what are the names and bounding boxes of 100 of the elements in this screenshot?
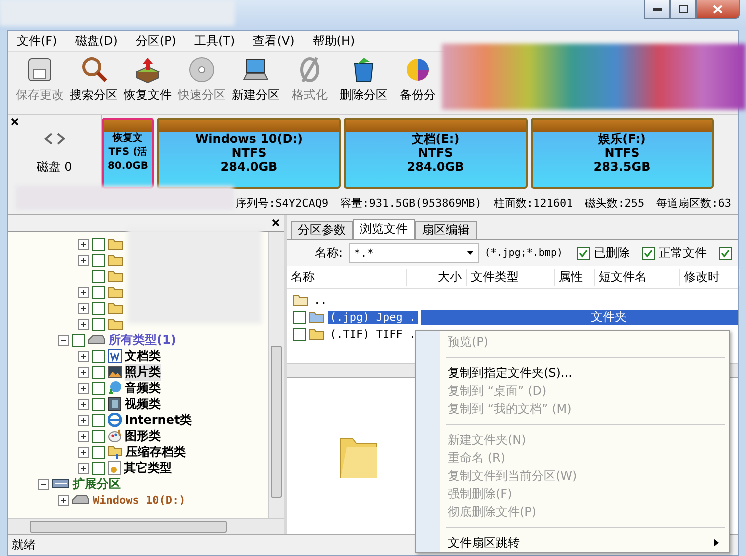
partition-text: NTFS — [604, 146, 641, 160]
menu-item[interactable]: 帮助(H) — [306, 32, 362, 50]
minimize-button[interactable] — [644, 0, 670, 19]
menu-item[interactable]: 复制到指定文件夹(S)... — [418, 364, 727, 382]
checkbox[interactable] — [92, 382, 105, 394]
checkbox[interactable] — [92, 350, 105, 362]
menu-item[interactable]: 文件扇区跳转 — [418, 534, 727, 552]
expand-toggle[interactable] — [78, 430, 89, 442]
tab[interactable]: 浏览文件 — [353, 219, 415, 239]
folder-icon — [293, 294, 309, 307]
toolbar-button[interactable]: 删除分区 — [338, 56, 390, 110]
expand-toggle[interactable] — [78, 238, 89, 250]
tree-item[interactable]: 照片类 — [125, 364, 161, 380]
checkbox[interactable] — [577, 246, 590, 260]
close-button[interactable] — [696, 0, 740, 19]
checkbox[interactable] — [92, 398, 105, 410]
column-header[interactable]: 属性 — [555, 268, 595, 286]
partition-block[interactable]: 文档(E:) NTFS 284.0GB — [344, 118, 528, 189]
partition-text: 80.0GB — [106, 160, 150, 174]
partition-text: 284.0GB — [220, 160, 279, 174]
expand-toggle[interactable] — [78, 462, 89, 474]
menu-item[interactable]: 工具(T) — [187, 32, 242, 50]
expand-toggle[interactable] — [58, 494, 69, 506]
tree-item[interactable]: Windows 10(D:) — [93, 494, 186, 506]
tree-item[interactable]: 其它类型 — [124, 460, 172, 476]
menu-item[interactable]: 磁盘(D) — [68, 32, 125, 50]
checkbox[interactable] — [92, 446, 105, 458]
checkbox[interactable] — [92, 462, 105, 474]
partition-text: NTFS — [230, 146, 268, 160]
checkbox[interactable] — [92, 238, 105, 250]
tab[interactable]: 扇区编辑 — [415, 221, 477, 239]
checkbox[interactable] — [92, 286, 105, 298]
tree-item[interactable]: 扩展分区 — [73, 476, 121, 492]
checkbox[interactable] — [92, 430, 105, 442]
box-arrow-icon — [134, 56, 162, 84]
checkbox[interactable] — [72, 334, 85, 346]
expand-toggle[interactable] — [78, 286, 89, 298]
left-right-arrows-icon[interactable] — [44, 133, 66, 145]
expand-toggle[interactable] — [78, 446, 89, 458]
tab[interactable]: 分区参数 — [291, 221, 353, 239]
partition-block[interactable]: 恢复文 TFS (活 80.0GB — [102, 118, 154, 189]
close-icon[interactable] — [272, 219, 280, 227]
toolbar-button[interactable]: 搜索分区 — [68, 56, 120, 110]
close-icon[interactable] — [11, 118, 19, 126]
checkbox[interactable] — [293, 328, 306, 341]
checkbox[interactable] — [92, 414, 105, 426]
status-text: 就绪 — [12, 536, 36, 554]
expand-toggle[interactable] — [78, 398, 89, 410]
column-header[interactable]: 短文件名 — [595, 268, 680, 286]
menu-item[interactable]: 查看(V) — [246, 32, 302, 50]
column-header[interactable]: 文件类型 — [467, 268, 555, 286]
folder-icon — [309, 311, 325, 324]
collapse-toggle[interactable] — [58, 334, 69, 346]
partition-text: 娱乐(F:) — [597, 132, 647, 146]
expand-toggle[interactable] — [78, 318, 89, 330]
disk-info-text: 每道扇区数:63 — [656, 196, 732, 210]
scrollbar[interactable] — [8, 518, 284, 534]
checkbox[interactable] — [293, 311, 306, 324]
tree-item[interactable]: 文档类 — [125, 348, 161, 364]
file-name[interactable]: (.jpg) Jpeg . — [328, 311, 418, 324]
checkbox[interactable] — [92, 318, 105, 330]
maximize-button[interactable] — [670, 0, 696, 19]
checkbox[interactable] — [92, 366, 105, 378]
word-document-icon — [108, 349, 122, 363]
checkbox[interactable] — [642, 246, 655, 260]
column-header[interactable]: 大小 — [407, 268, 467, 286]
column-header[interactable]: 名称 — [287, 268, 407, 286]
tree-item[interactable]: Internet类 — [125, 412, 192, 428]
expand-toggle[interactable] — [78, 254, 89, 266]
name-dropdown[interactable]: *.* — [349, 243, 479, 263]
file-name[interactable]: .. — [312, 294, 330, 307]
expand-toggle[interactable] — [78, 366, 89, 378]
disk-info-text: 柱面数:121601 — [494, 196, 574, 210]
tree-item[interactable]: 视频类 — [125, 396, 161, 412]
tree-item[interactable]: 压缩存档类 — [126, 444, 186, 460]
menu-item[interactable]: 分区(P) — [128, 32, 184, 50]
checkbox[interactable] — [719, 246, 732, 260]
expand-toggle[interactable] — [78, 302, 89, 314]
expand-toggle[interactable] — [78, 382, 89, 394]
partition-block[interactable]: 娱乐(F:) NTFS 283.5GB — [530, 118, 714, 189]
tree-item[interactable]: 图形类 — [125, 428, 161, 444]
folder-icon — [108, 254, 124, 266]
scrollbar[interactable] — [268, 232, 284, 518]
tree-item[interactable]: 所有类型(1) — [109, 332, 176, 348]
toolbar-button[interactable]: 恢复文件 — [122, 56, 174, 110]
browser-e-icon — [108, 413, 122, 427]
expand-toggle[interactable] — [78, 414, 89, 426]
collapse-toggle[interactable] — [38, 478, 49, 490]
checkbox[interactable] — [92, 270, 105, 282]
toolbar-button[interactable]: 新建分区 — [230, 56, 282, 110]
expand-toggle[interactable] — [78, 350, 89, 362]
maximize-icon — [678, 5, 688, 13]
minimize-icon — [652, 8, 662, 10]
checkbox[interactable] — [92, 302, 105, 314]
partition-block[interactable]: Windows 10(D:) NTFS 284.0GB — [157, 118, 341, 189]
column-header[interactable]: 修改时 — [680, 268, 740, 286]
file-name[interactable]: (.TIF) TIFF . — [328, 328, 418, 341]
checkbox[interactable] — [92, 254, 105, 266]
menu-item[interactable]: 文件(F) — [10, 32, 64, 50]
tree-item[interactable]: 音频类 — [125, 380, 161, 396]
